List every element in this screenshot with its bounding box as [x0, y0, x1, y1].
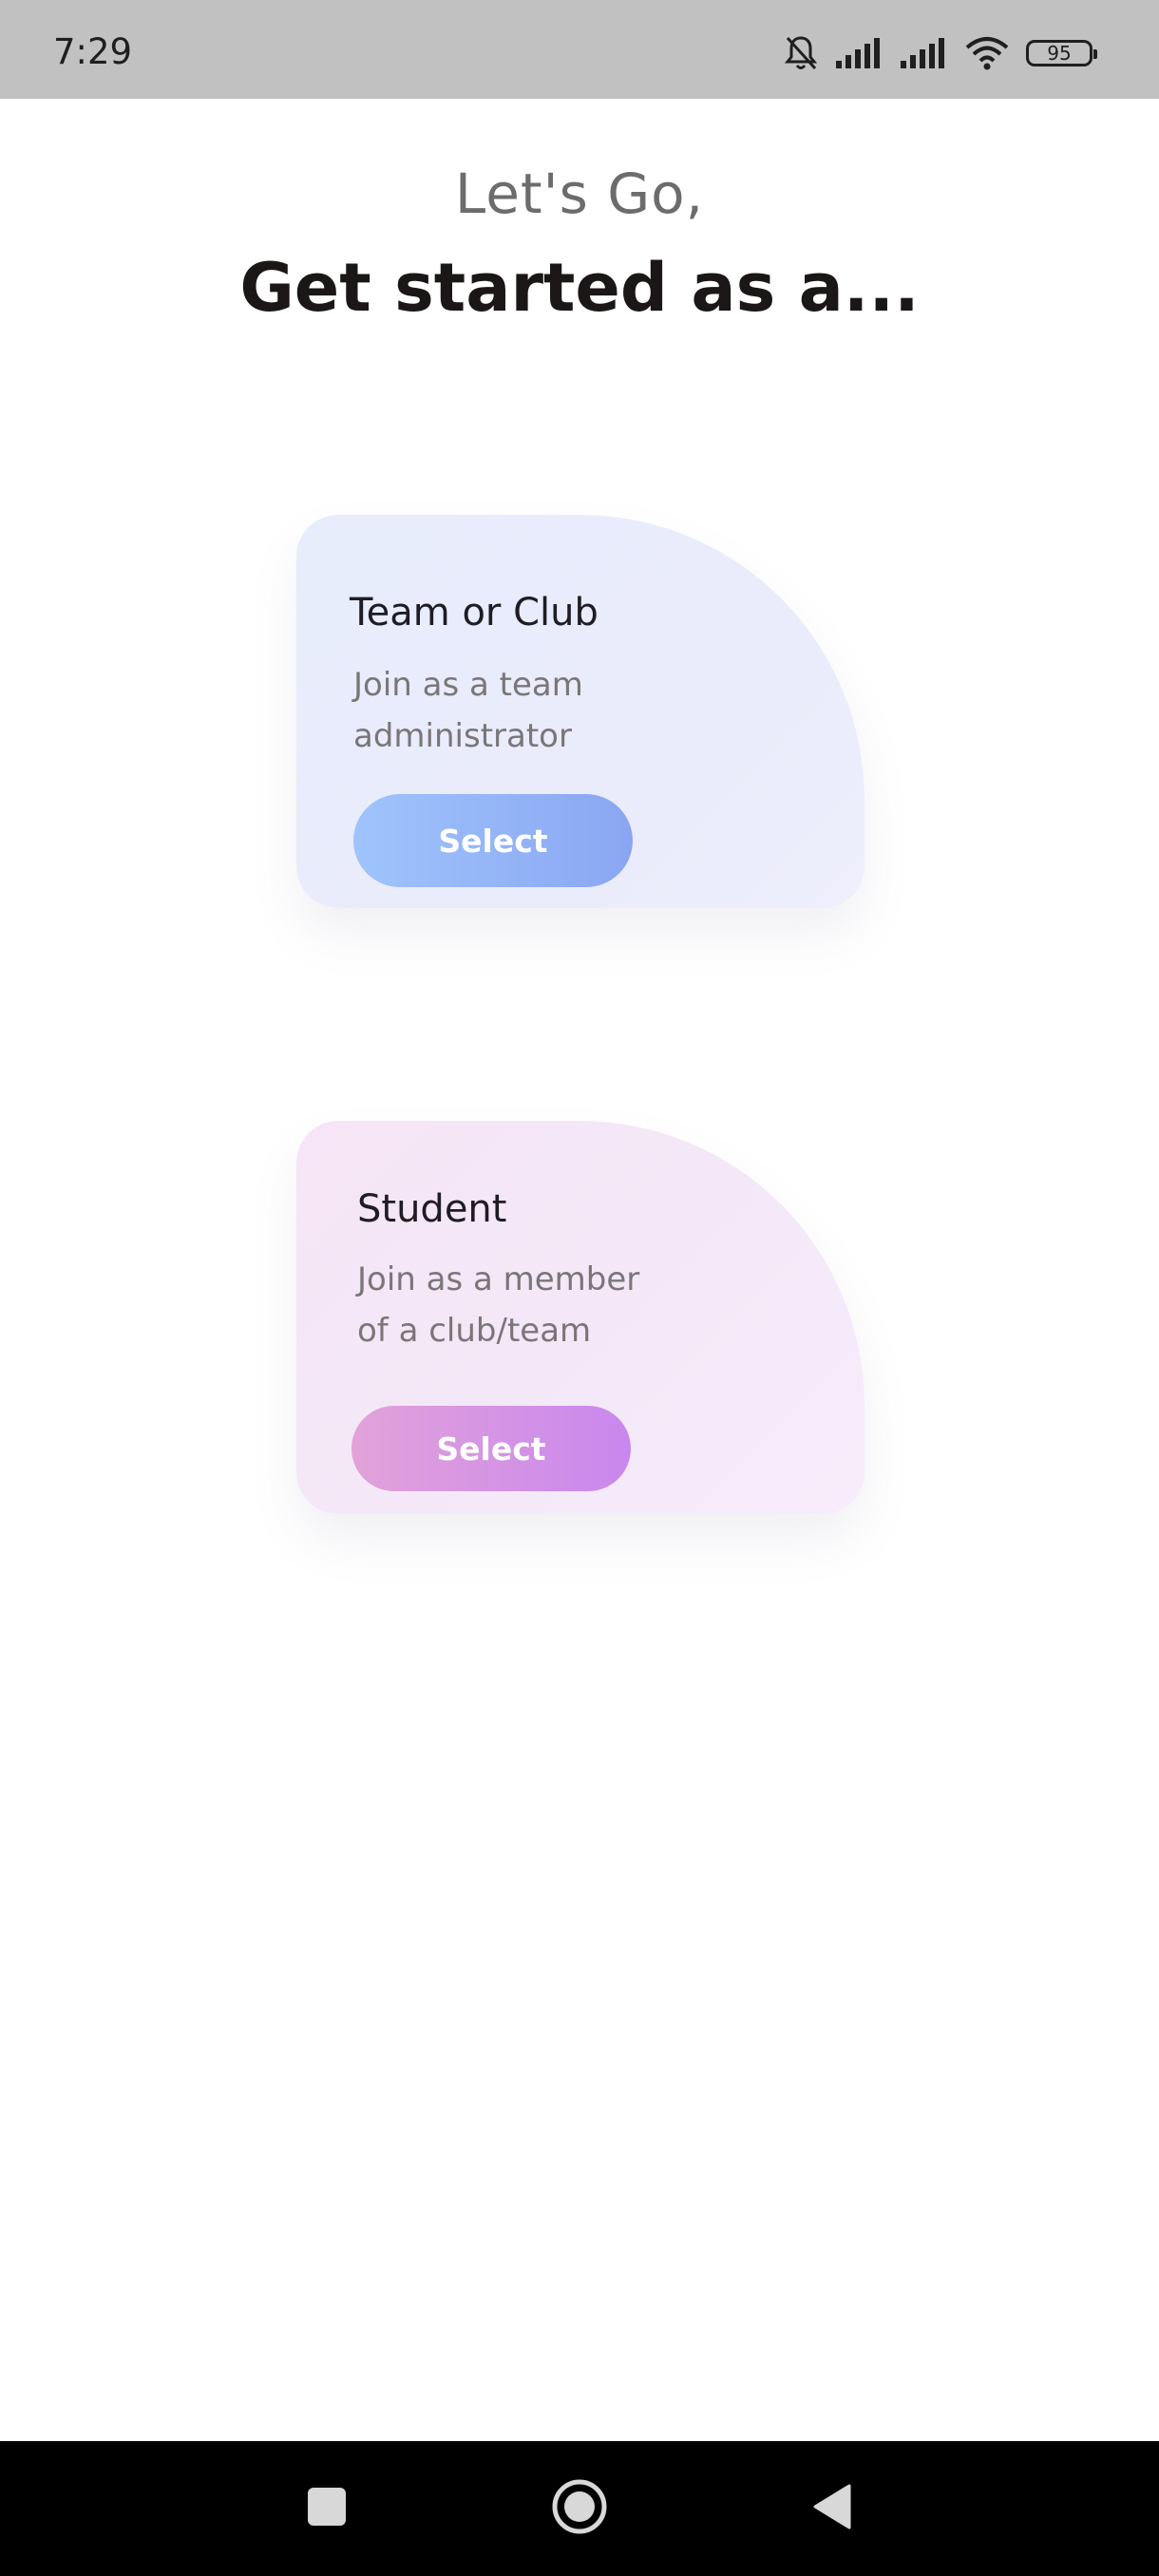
card-description: Join as a member of a club/team: [357, 1254, 639, 1356]
page-title: Get started as a...: [239, 249, 920, 327]
card-title: Team or Club: [350, 591, 598, 635]
student-card[interactable]: Student Join as a member of a club/team …: [296, 1121, 864, 1514]
card-description-line: Join as a member: [357, 1260, 640, 1298]
card-description-line: Join as a team: [353, 666, 583, 704]
back-icon: [811, 2483, 853, 2534]
home-button[interactable]: [522, 2441, 636, 2576]
navigation-bar: [0, 2441, 1159, 2576]
recent-apps-icon: [306, 2486, 348, 2531]
card-description-line: administrator: [353, 717, 572, 755]
status-bar: 7:29 95: [0, 0, 1159, 99]
back-button[interactable]: [775, 2441, 889, 2576]
wifi-icon: [965, 36, 1009, 70]
signal-icon: [901, 38, 948, 68]
team-or-club-card[interactable]: Team or Club Join as a team administrato…: [296, 515, 864, 908]
select-student-button[interactable]: Select: [352, 1406, 631, 1491]
recent-apps-button[interactable]: [270, 2441, 384, 2576]
status-icons: 95: [783, 34, 1097, 72]
bell-muted-icon: [783, 34, 819, 72]
status-time: 7:29: [53, 31, 133, 72]
card-description-line: of a club/team: [357, 1312, 592, 1350]
greeting-text: Let's Go,: [454, 161, 705, 226]
select-team-button[interactable]: Select: [353, 794, 633, 887]
card-title: Student: [357, 1187, 507, 1231]
home-icon: [551, 2478, 608, 2539]
signal-icon: [836, 38, 884, 68]
card-description: Join as a team administrator: [353, 659, 583, 762]
battery-icon: 95: [1026, 40, 1097, 66]
